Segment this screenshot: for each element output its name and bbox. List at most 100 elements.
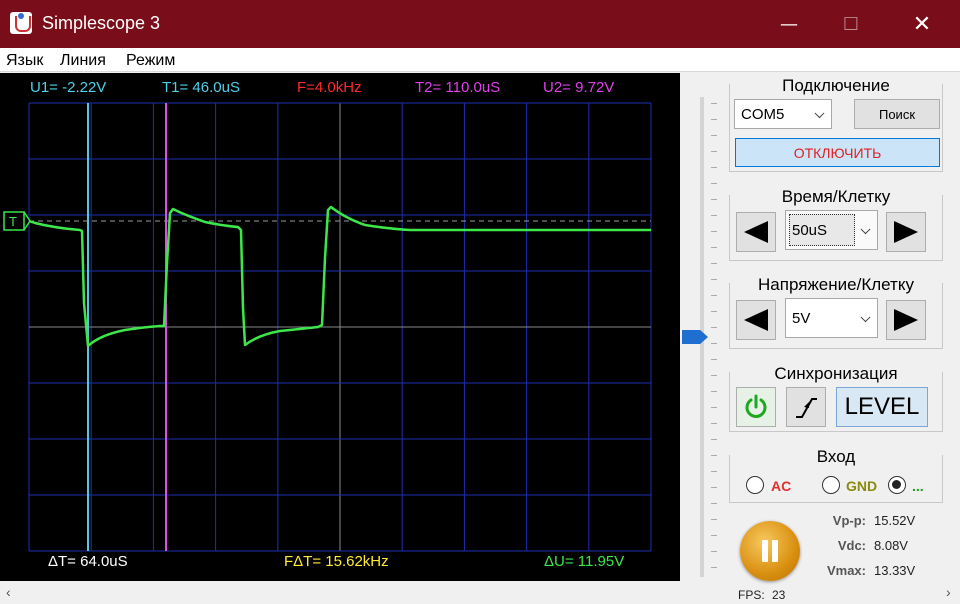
java-app-icon xyxy=(10,12,32,34)
input-gnd-radio[interactable] xyxy=(822,476,840,494)
u2-readout: U2= 9.72V xyxy=(543,79,615,96)
vdc-value: 8.08V xyxy=(874,538,908,553)
minimize-button[interactable]: — xyxy=(760,0,818,48)
time-increase-button[interactable] xyxy=(886,212,926,252)
slider-tick xyxy=(711,119,717,120)
close-button[interactable]: ✕ xyxy=(893,0,951,48)
menu-language[interactable]: Язык xyxy=(6,52,43,70)
slider-tick xyxy=(711,247,717,248)
slider-thumb[interactable] xyxy=(682,330,708,344)
level-button[interactable]: LEVEL xyxy=(836,387,928,427)
scope-graticule: T xyxy=(3,102,652,552)
power-icon xyxy=(745,394,767,418)
slider-tick xyxy=(711,423,717,424)
port-value: COM5 xyxy=(741,105,785,123)
pause-button[interactable] xyxy=(740,521,800,581)
scroll-right-icon[interactable]: › xyxy=(946,584,951,600)
slider-tick xyxy=(711,567,717,568)
input-dc-label: ... xyxy=(912,478,924,494)
time-per-div-title: Время/Клетку xyxy=(730,187,942,207)
scroll-left-icon[interactable]: ‹ xyxy=(6,584,11,600)
slider-tick xyxy=(711,311,717,312)
slider-tick xyxy=(711,279,717,280)
oscilloscope-screen[interactable]: T U1= -2.22V T1= 46.0uS F=4.0kHz T2= 110… xyxy=(0,73,680,581)
vpp-value: 15.52V xyxy=(874,513,916,528)
input-ac-label: AC xyxy=(771,478,792,494)
trigger-level-slider[interactable] xyxy=(680,73,724,581)
sync-power-button[interactable] xyxy=(736,387,776,427)
slider-tick xyxy=(711,535,717,536)
delta-t-frequency-readout: FΔT= 15.62kHz xyxy=(284,553,389,570)
input-dc-radio[interactable] xyxy=(888,476,906,494)
slider-tick xyxy=(711,151,717,152)
slider-tick xyxy=(711,551,717,552)
connection-title: Подключение xyxy=(730,76,942,96)
slider-tick xyxy=(711,183,717,184)
slider-tick xyxy=(711,487,717,488)
slider-tick xyxy=(711,519,717,520)
input-gnd-label: GND xyxy=(846,478,878,494)
delta-u-readout: ΔU= 11.95V xyxy=(544,553,625,570)
sync-title: Синхронизация xyxy=(730,364,942,384)
maximize-button[interactable]: ☐ xyxy=(822,0,880,48)
window-title: Simplescope 3 xyxy=(42,13,161,33)
volts-per-div-title: Напряжение/Клетку xyxy=(730,275,942,295)
slider-tick xyxy=(711,295,717,296)
slider-tick xyxy=(711,359,717,360)
port-select[interactable]: COM5 xyxy=(734,99,832,129)
t2-readout: T2= 110.0uS xyxy=(415,79,501,96)
slider-tick xyxy=(711,455,717,456)
u1-readout: U1= -2.22V xyxy=(30,79,107,96)
volts-per-div-value: 5V xyxy=(792,309,811,327)
rising-edge-icon xyxy=(796,398,817,418)
slider-tick xyxy=(711,503,717,504)
vpp-label: Vp-p: xyxy=(832,513,866,528)
chevron-down-icon xyxy=(860,312,871,323)
input-title: Вход xyxy=(730,447,942,467)
fps-label: FPS: xyxy=(738,588,765,602)
slider-tick xyxy=(711,231,717,232)
vdc-label: Vdc: xyxy=(837,538,866,553)
time-per-div-panel: Время/Клетку 50uS xyxy=(729,187,943,261)
title-bar: Simplescope 3 — ☐ ✕ xyxy=(0,0,960,48)
volts-per-div-panel: Напряжение/Клетку 5V xyxy=(729,275,943,349)
trigger-marker-label: T xyxy=(9,214,17,229)
vmax-label: Vmax: xyxy=(826,563,866,578)
horizontal-scrollbar[interactable]: ‹ › xyxy=(0,581,960,604)
slider-tick xyxy=(711,391,717,392)
chevron-down-icon xyxy=(860,224,871,235)
slider-tick xyxy=(711,167,717,168)
time-per-div-select[interactable]: 50uS xyxy=(785,210,878,250)
pause-icon xyxy=(762,540,778,562)
slider-tick xyxy=(711,343,717,344)
time-per-div-value: 50uS xyxy=(792,221,828,239)
slider-tick xyxy=(711,439,717,440)
slider-tick xyxy=(711,407,717,408)
chevron-down-icon xyxy=(814,108,825,119)
volts-decrease-button[interactable] xyxy=(736,300,776,340)
search-button[interactable]: Поиск xyxy=(854,99,940,129)
sync-panel: Синхронизация LEVEL xyxy=(729,364,943,432)
menu-mode[interactable]: Режим xyxy=(126,52,175,70)
slider-tick xyxy=(711,471,717,472)
volts-per-div-select[interactable]: 5V xyxy=(785,298,878,338)
slider-tick xyxy=(711,199,717,200)
sync-edge-button[interactable] xyxy=(786,387,826,427)
menu-line[interactable]: Линия xyxy=(60,52,106,70)
slider-tick xyxy=(711,263,717,264)
slider-tick xyxy=(711,327,717,328)
vmax-value: 13.33V xyxy=(874,563,916,578)
slider-tick xyxy=(711,375,717,376)
t1-readout: T1= 46.0uS xyxy=(162,79,240,96)
input-panel: Вход AC GND ... xyxy=(729,447,943,503)
input-ac-radio[interactable] xyxy=(746,476,764,494)
frequency-readout: F=4.0kHz xyxy=(297,79,362,96)
delta-t-readout: ΔT= 64.0uS xyxy=(48,553,128,570)
time-decrease-button[interactable] xyxy=(736,212,776,252)
volts-increase-button[interactable] xyxy=(886,300,926,340)
fps-value: 23 xyxy=(772,588,786,602)
slider-tick xyxy=(711,103,717,104)
disconnect-button[interactable]: ОТКЛЮЧИТЬ xyxy=(735,138,940,167)
slider-tick xyxy=(711,135,717,136)
slider-tick xyxy=(711,215,717,216)
